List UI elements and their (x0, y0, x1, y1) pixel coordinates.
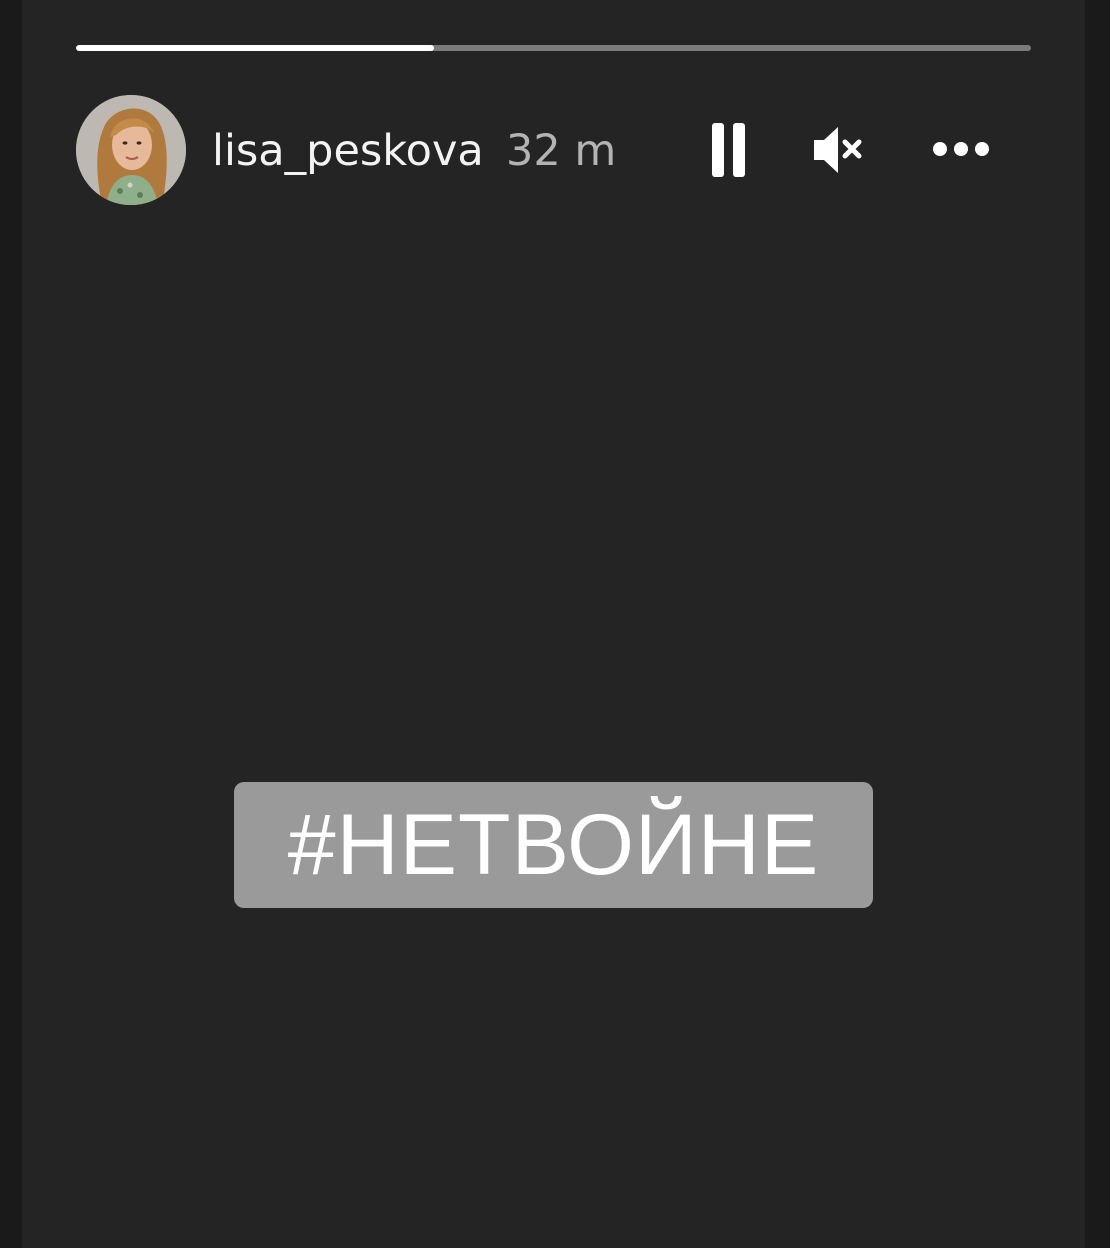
speaker-muted-icon (814, 127, 862, 173)
more-options-button[interactable] (928, 131, 994, 167)
story-progress-fill (76, 45, 435, 51)
pause-button[interactable] (704, 121, 754, 179)
story-progress-bar (76, 45, 1031, 51)
author-avatar[interactable] (76, 95, 186, 205)
author-username[interactable]: lisa_peskova (212, 123, 484, 179)
more-options-icon (933, 142, 989, 156)
hashtag-sticker-text: #НЕТВОЙНЕ (287, 797, 820, 893)
hashtag-sticker[interactable]: #НЕТВОЙНЕ (234, 782, 873, 908)
avatar-photo-icon (76, 95, 186, 205)
pause-icon (712, 123, 745, 177)
story-header: lisa_peskova 32 m (76, 95, 1031, 205)
story-timestamp: 32 m (506, 126, 617, 176)
mute-button[interactable] (810, 123, 870, 177)
